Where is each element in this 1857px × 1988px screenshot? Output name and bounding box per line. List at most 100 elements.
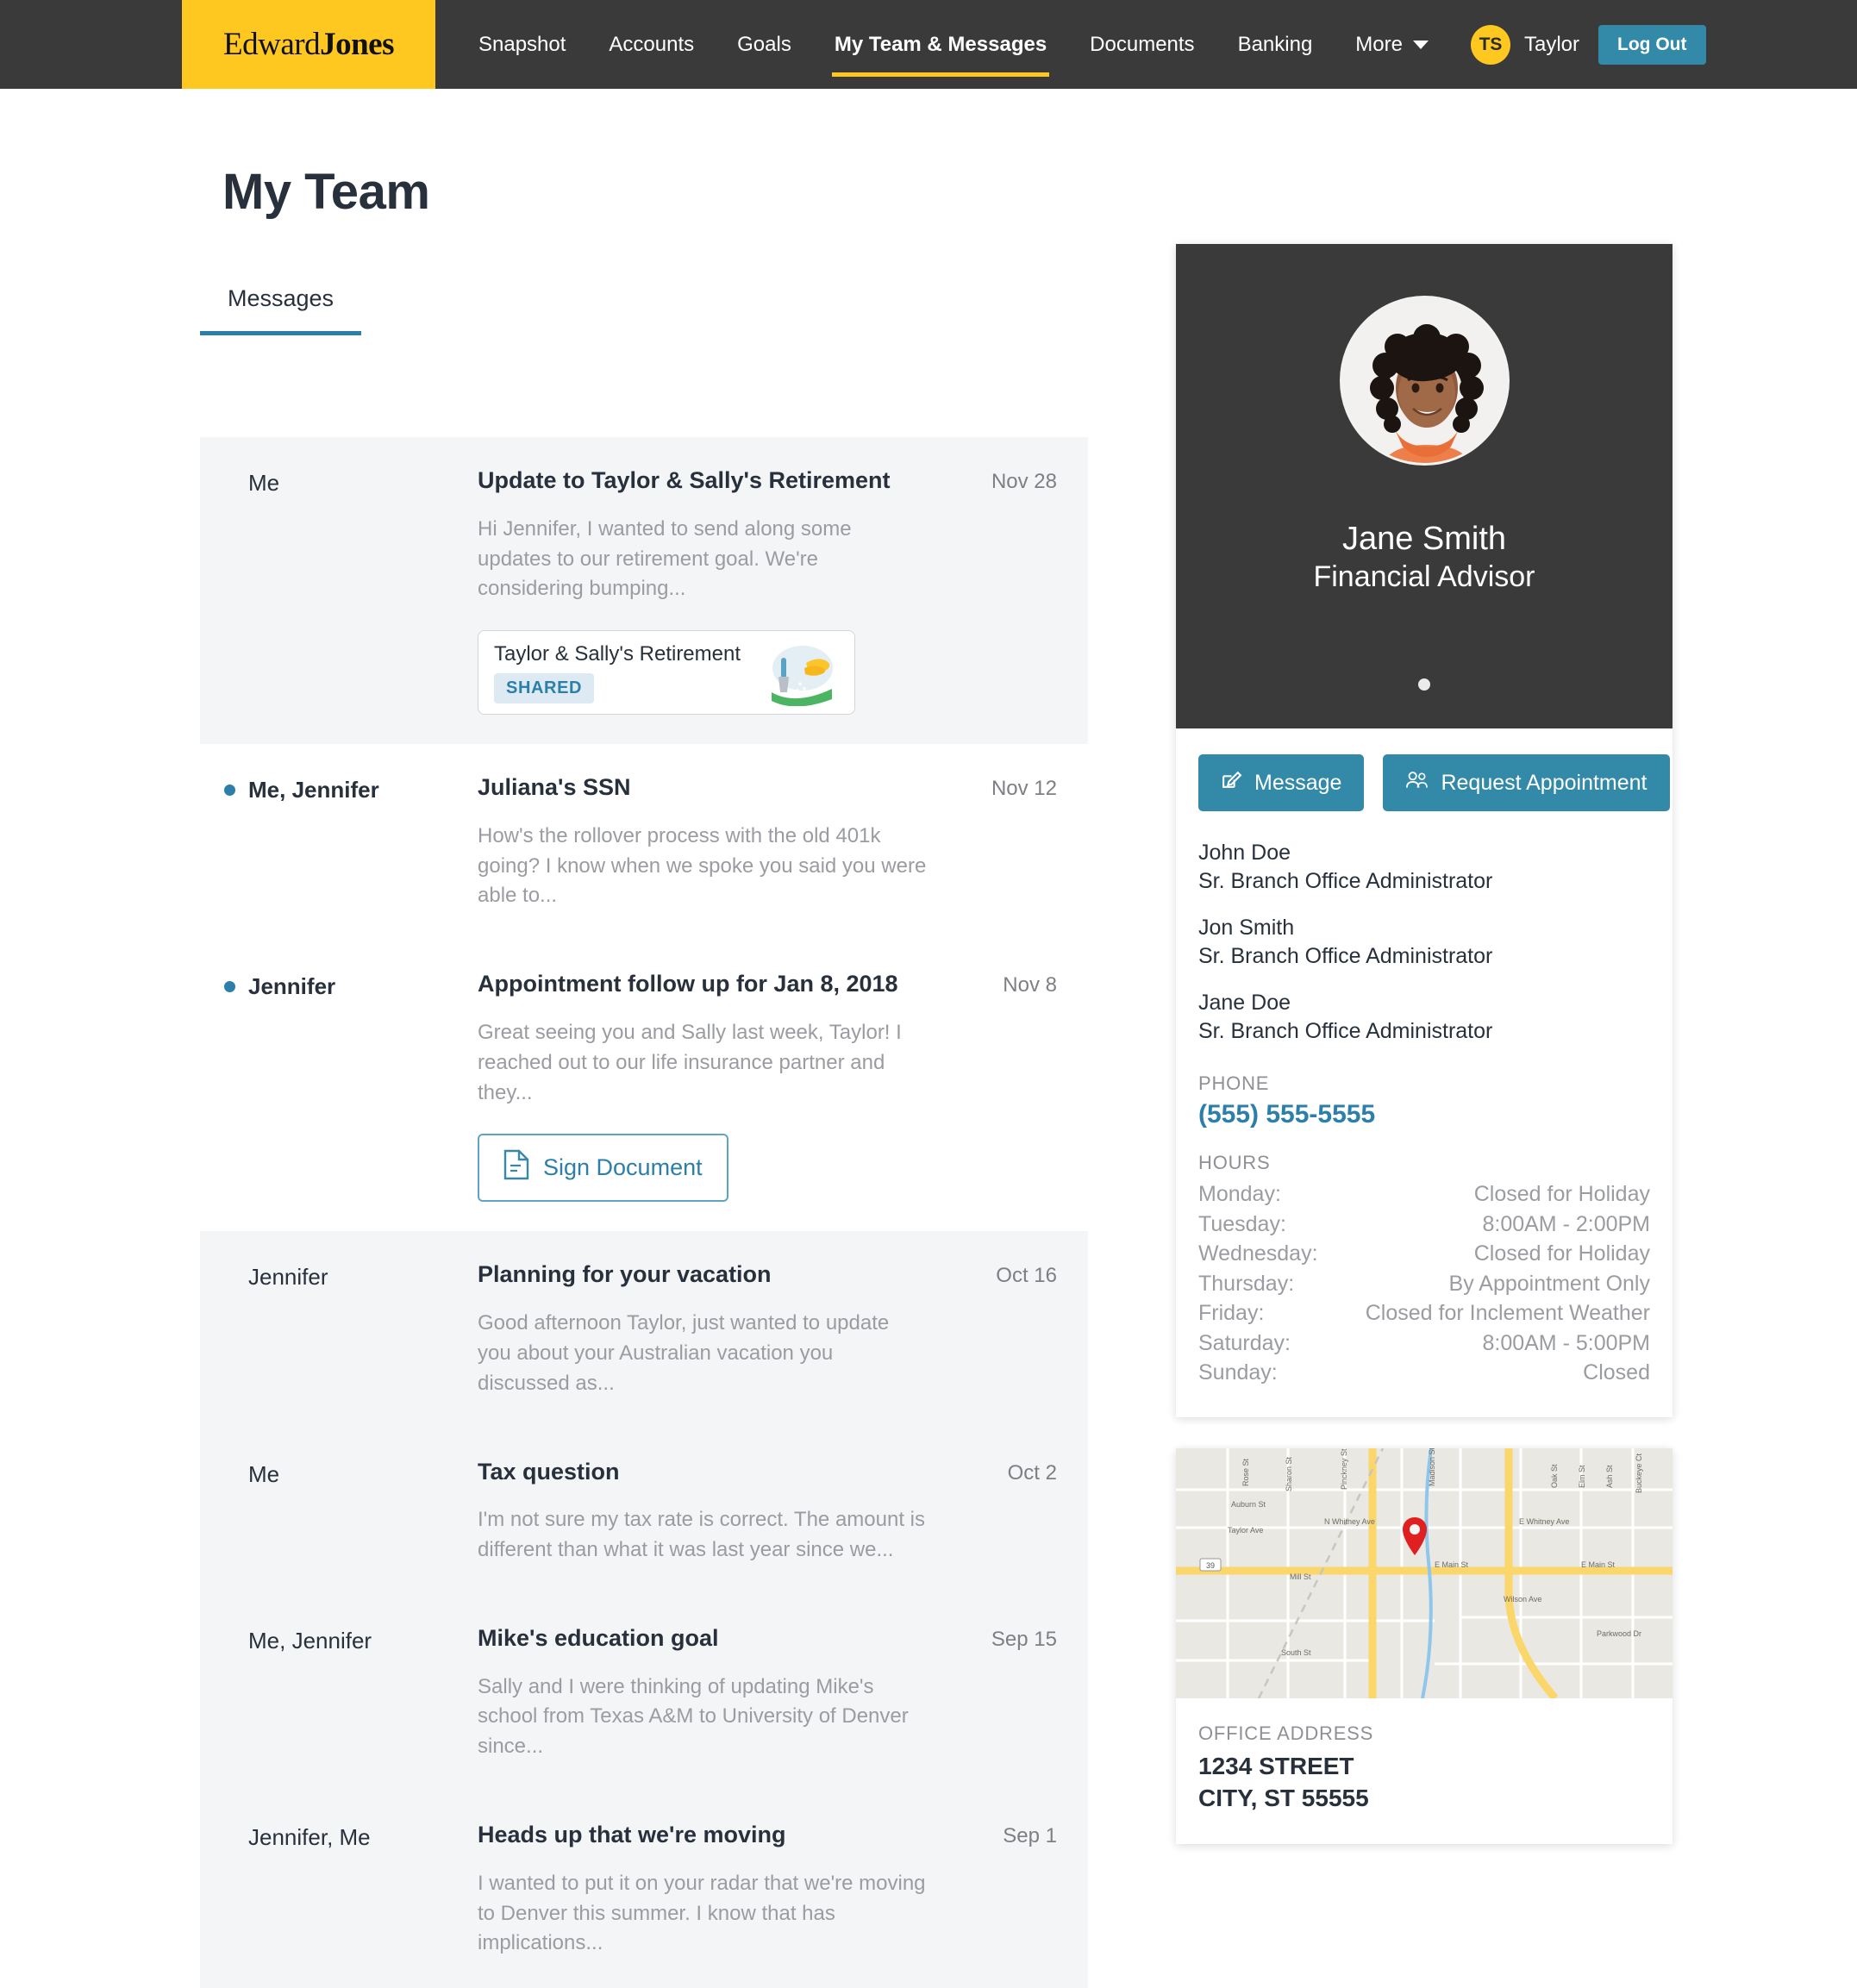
retirement-gardening-icon [753,639,839,707]
nav-link-goals[interactable]: Goals [716,0,813,89]
hours-day: Tuesday: [1198,1211,1286,1236]
message-subject: Heads up that we're moving [478,1822,786,1848]
message-body-column: Planning for your vacation Good afternoo… [478,1260,928,1398]
log-out-button[interactable]: Log Out [1598,24,1706,65]
message-body-column: Heads up that we're moving I wanted to p… [478,1821,928,1959]
message-body-column: Mike's education goal Sally and I were t… [478,1624,928,1762]
hours-row-saturday: Saturday: 8:00AM - 5:00PM [1198,1328,1650,1359]
tab-bar: Messages [200,285,362,335]
svg-text:E Main St: E Main St [1581,1560,1616,1569]
svg-text:Auburn St: Auburn St [1231,1500,1266,1509]
message-sender: Me [248,1460,280,1487]
svg-text:Mill St: Mill St [1290,1572,1311,1581]
message-date: Oct 2 [1007,1460,1057,1485]
svg-text:Buckeye Ct: Buckeye Ct [1635,1453,1643,1493]
edward-jones-logo[interactable]: EdwardJones [182,0,435,89]
advisor-photo [1339,296,1510,466]
message-date: Sep 1 [1003,1824,1057,1848]
hours-row-sunday: Sunday: Closed [1198,1358,1650,1388]
staff-name: Jane Doe [1198,991,1291,1015]
hours-row-thursday: Thursday: By Appointment Only [1198,1269,1650,1299]
svg-text:Taylor Ave: Taylor Ave [1228,1526,1263,1535]
hours-row-wednesday: Wednesday: Closed for Holiday [1198,1239,1650,1269]
goal-chip-title: Taylor & Sally's Retirement [494,641,741,666]
office-map[interactable]: E Main St E Main St N Whitney Ave E Whit… [1176,1447,1673,1701]
sign-document-button[interactable]: Sign Document [478,1134,728,1203]
message-sender-column: Jennifer [222,970,478,1202]
message-button[interactable]: Message [1198,754,1365,811]
advisor-role: Financial Advisor [1313,560,1535,593]
message-group-read-bottom: Jennifer Planning for your vacation Good… [200,1231,1088,1988]
nav-link-documents[interactable]: Documents [1068,0,1216,89]
phone-number-link[interactable]: (555) 555-5555 [1198,1100,1650,1129]
hours-value: By Appointment Only [1448,1271,1650,1296]
nav-link-banking[interactable]: Banking [1216,0,1335,89]
tab-messages[interactable]: Messages [200,285,362,335]
message-body-column: Update to Taylor & Sally's Retirement Hi… [478,466,928,716]
table-row[interactable]: Jennifer, Me Heads up that we're moving … [200,1791,1088,1988]
page-title: My Team [222,164,430,220]
nav-link-accounts[interactable]: Accounts [587,0,716,89]
status-badge: SHARED [494,672,595,703]
hours-value: Closed [1583,1360,1650,1385]
table-row[interactable]: Me, Jennifer Mike's education goal Sally… [200,1595,1088,1791]
request-appointment-button[interactable]: Request Appointment [1383,754,1670,811]
avatar[interactable]: TS [1470,24,1510,65]
staff-name: John Doe [1198,841,1291,865]
document-icon [503,1149,529,1186]
svg-text:Pinckney St: Pinckney St [1340,1448,1348,1490]
advisor-hero: Jane Smith Financial Advisor [1176,244,1673,728]
nav-link-snapshot[interactable]: Snapshot [457,0,587,89]
message-subject: Tax question [478,1458,620,1485]
staff-name: Jon Smith [1198,916,1295,940]
hours-day: Friday: [1198,1301,1265,1325]
svg-text:E Whitney Ave: E Whitney Ave [1519,1517,1569,1526]
message-date: Nov 8 [1003,973,1057,997]
phone-label: PHONE [1198,1072,1270,1094]
nav-link-my-team-and-messages[interactable]: My Team & Messages [813,0,1068,89]
message-body-column: Tax question I'm not sure my tax rate is… [478,1458,928,1566]
message-preview: I wanted to put it on your radar that we… [478,1871,926,1955]
people-icon [1405,771,1429,796]
unread-indicator-icon [224,785,235,797]
table-row[interactable]: Me Update to Taylor & Sally's Retirement… [200,437,1088,744]
message-subject: Mike's education goal [478,1624,719,1651]
message-subject: Planning for your vacation [478,1261,772,1288]
message-sender: Jennifer [248,973,336,1000]
hours-day: Thursday: [1198,1271,1295,1296]
carousel-dot[interactable] [1418,678,1430,691]
svg-text:South St: South St [1281,1648,1311,1657]
table-row[interactable]: Jennifer Planning for your vacation Good… [200,1231,1088,1428]
svg-text:Ash St: Ash St [1605,1464,1614,1487]
message-sender-column: Me, Jennifer [222,773,478,911]
svg-text:39: 39 [1206,1561,1215,1570]
staff-role: Sr. Branch Office Administrator [1198,1018,1493,1043]
hours-value: 8:00AM - 2:00PM [1482,1211,1650,1236]
hours-row-friday: Friday: Closed for Inclement Weather [1198,1298,1650,1328]
list-item: Jon Smith Sr. Branch Office Administrato… [1198,914,1650,970]
message-sender: Me, Jennifer [248,777,379,803]
svg-text:Madison St: Madison St [1428,1448,1436,1486]
advisor-name: Jane Smith [1341,521,1507,557]
unread-indicator-icon [224,981,235,993]
office-address-line2: CITY, ST 55555 [1198,1785,1369,1812]
list-item: Jane Doe Sr. Branch Office Administrator [1198,989,1650,1045]
list-item: John Doe Sr. Branch Office Administrator [1198,839,1650,895]
table-row[interactable]: Jennifer Appointment follow up for Jan 8… [200,941,1088,1231]
table-row[interactable]: Me, Jennifer Juliana's SSN How's the rol… [200,744,1088,941]
goal-attachment-chip[interactable]: Taylor & Sally's Retirement SHARED [478,630,855,716]
message-date: Sep 15 [991,1627,1057,1651]
message-sender: Jennifer [248,1264,328,1291]
message-sender: Me, Jennifer [248,1627,372,1654]
svg-text:N Whitney Ave: N Whitney Ave [1324,1517,1375,1526]
svg-text:Sharon St: Sharon St [1285,1456,1293,1491]
message-date: Oct 16 [996,1264,1057,1288]
message-sender-column: Jennifer, Me [222,1821,478,1959]
page-body: My Team Messages Me Update to Taylor & S… [0,89,1857,1988]
message-button-label: Message [1254,770,1342,795]
branch-staff-list: John Doe Sr. Branch Office Administrator… [1176,811,1673,1045]
message-sender: Me [248,470,280,496]
advisor-action-buttons: Message Request Appointment [1176,728,1673,811]
table-row[interactable]: Me Tax question I'm not sure my tax rate… [200,1428,1088,1595]
nav-link-more[interactable]: More [1334,0,1450,89]
